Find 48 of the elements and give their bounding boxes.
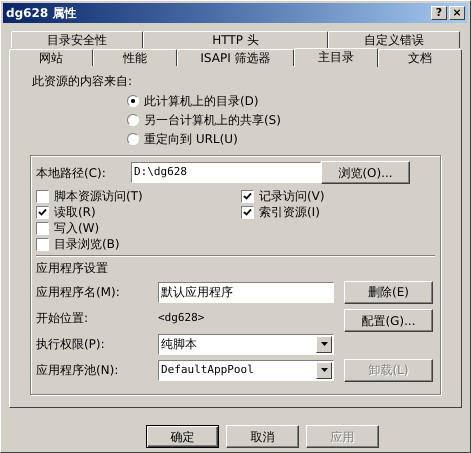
tab[interactable]: HTTP 头 <box>143 31 328 48</box>
section-label: 应用程序设置 <box>36 260 109 277</box>
dropdown[interactable]: 纯脚本 <box>158 334 334 354</box>
field-label: 应用程序名(M): <box>36 284 120 301</box>
field-label: 本地路径(C): <box>36 164 107 182</box>
radio-label: 另一台计算机上的共享(S) <box>144 112 281 129</box>
tab[interactable]: 性能 <box>93 49 178 66</box>
tab[interactable]: ISAPI 筛选器 <box>177 49 294 66</box>
input-field[interactable]: 默认应用程序 <box>158 282 334 302</box>
caret-icon <box>320 342 328 346</box>
radio-button[interactable] <box>127 133 139 145</box>
radio-label: 此计算机上的目录(D) <box>144 93 259 110</box>
checkbox-label: 脚本资源访问(T) <box>54 188 143 205</box>
checkbox[interactable] <box>36 222 49 234</box>
field-label: 开始位置: <box>36 310 88 327</box>
radio-label: 重定向到 URL(U) <box>144 131 238 148</box>
section-label: 此资源的内容来自: <box>32 73 134 90</box>
checkbox[interactable] <box>241 190 254 202</box>
checkbox-label: 读取(R) <box>54 204 96 221</box>
field-value: <dg628> <box>158 310 204 326</box>
checkbox[interactable] <box>241 206 254 218</box>
checkbox[interactable] <box>36 206 49 218</box>
tab[interactable]: 目录安全性 <box>11 31 144 48</box>
button[interactable]: 确定 <box>146 425 219 448</box>
radio-button[interactable] <box>127 95 139 107</box>
checkbox-label: 写入(W) <box>54 220 100 237</box>
tab[interactable]: 文档 <box>378 49 462 66</box>
field-label: 执行权限(P): <box>36 336 105 353</box>
checkbox[interactable] <box>36 190 49 202</box>
checkbox-label: 记录访问(V) <box>259 188 325 205</box>
tab[interactable]: 网站 <box>9 49 94 66</box>
tab[interactable]: 自定义错误 <box>328 31 460 48</box>
checkbox-label: 索引资源(I) <box>259 204 320 221</box>
radio-button[interactable] <box>127 114 139 126</box>
field-label: 应用程序池(N): <box>36 362 118 379</box>
caret-icon <box>320 368 328 372</box>
window-title: dg628 属性 <box>6 5 76 22</box>
tab[interactable]: 主目录 <box>294 48 378 67</box>
dropdown[interactable]: DefaultAppPool <box>158 360 334 380</box>
checkbox-label: 目录浏览(B) <box>54 236 120 253</box>
button[interactable]: 删除(E) <box>344 280 433 304</box>
close-button[interactable]: × <box>449 6 465 20</box>
help-button[interactable]: ? <box>431 6 447 20</box>
checkbox[interactable] <box>36 238 49 250</box>
button[interactable]: 配置(G)... <box>344 309 433 332</box>
path-field[interactable]: D:\dg628 <box>131 162 321 183</box>
button[interactable]: 浏览(O)... <box>321 161 410 184</box>
button[interactable]: 取消 <box>226 425 299 448</box>
